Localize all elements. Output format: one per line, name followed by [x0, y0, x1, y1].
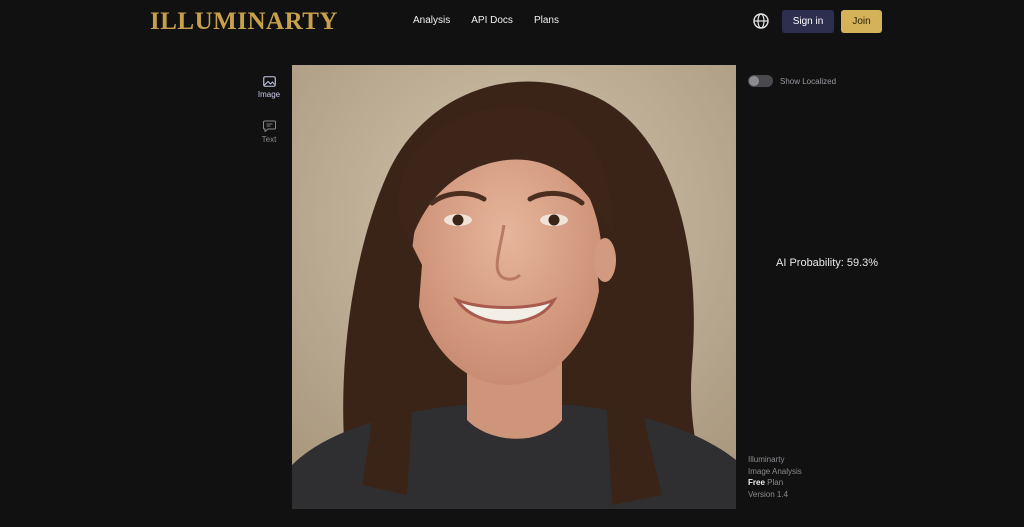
toggle-label: Show Localized: [780, 76, 837, 86]
tab-text[interactable]: Text: [254, 120, 284, 144]
nav-plans[interactable]: Plans: [534, 15, 559, 26]
ai-probability-value: 59.3%: [846, 257, 879, 269]
tab-text-label: Text: [261, 135, 277, 144]
analyzed-photo: [292, 65, 736, 509]
version: Version 1.4: [748, 489, 789, 499]
plan-suffix: Plan: [767, 478, 784, 487]
toggle-knob: [749, 76, 759, 86]
ai-probability: AI Probability: 59.3%: [776, 257, 878, 269]
plan-info: Free Plan: [748, 477, 802, 489]
sign-in-button[interactable]: Sign in: [782, 10, 834, 33]
portrait-image: [292, 65, 736, 509]
app-name: Illuminarty: [748, 455, 785, 464]
message-icon: [262, 120, 276, 132]
main-nav: Analysis API Docs Plans: [413, 15, 559, 26]
logo[interactable]: ILLUMINARTY: [150, 8, 338, 36]
join-button[interactable]: Join: [841, 10, 882, 33]
app-info: Illuminarty Image Analysis Free Plan Ver…: [748, 454, 802, 500]
tab-image[interactable]: Image: [254, 76, 284, 99]
show-localized-toggle[interactable]: Show Localized: [748, 75, 836, 87]
nav-analysis[interactable]: Analysis: [413, 15, 450, 26]
app-subtitle: Image Analysis: [748, 466, 802, 476]
globe-icon[interactable]: [752, 12, 770, 30]
nav-api-docs[interactable]: API Docs: [471, 15, 513, 26]
ai-probability-label: AI Probability:: [776, 257, 844, 269]
image-icon: [262, 76, 276, 87]
plan-name: Free: [748, 478, 765, 487]
tab-image-label: Image: [257, 90, 281, 99]
toggle-track[interactable]: [748, 75, 773, 87]
